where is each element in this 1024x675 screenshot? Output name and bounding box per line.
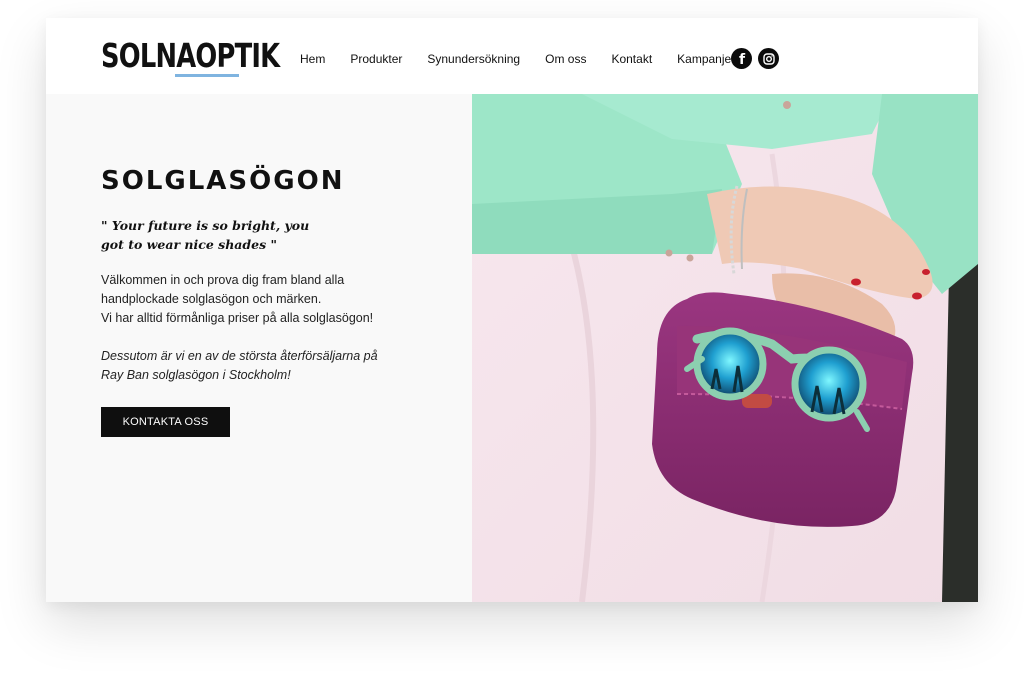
page-title: SOLGLASÖGON [101, 166, 345, 196]
contact-us-button[interactable]: KONTAKTA OSS [101, 407, 230, 437]
nav-item-kampanjer[interactable]: Kampanjer [677, 52, 735, 66]
nav-item-hem[interactable]: Hem [300, 52, 325, 66]
page: SOLNAOPTIK Hem Produkter Synundersökning… [0, 0, 1024, 675]
logo-underline [175, 74, 239, 77]
hero-quote: " Your future is so bright, you got to w… [101, 216, 361, 254]
quote-line: " Your future is so bright, you [101, 218, 310, 233]
main-nav: Hem Produkter Synundersökning Om oss Kon… [300, 50, 760, 68]
intro-line: Vi har alltid förmånliga priser på alla … [101, 311, 374, 325]
social-links: f [731, 48, 779, 69]
hero-text-panel: SOLGLASÖGON " Your future is so bright, … [46, 94, 472, 602]
instagram-icon[interactable] [758, 48, 779, 69]
nav-item-synundersokning[interactable]: Synundersökning [427, 52, 520, 66]
nav-item-kontakt[interactable]: Kontakt [611, 52, 652, 66]
nav-item-produkter[interactable]: Produkter [350, 52, 402, 66]
facebook-icon[interactable]: f [731, 48, 752, 69]
note-line: Dessutom är vi en av de största återförs… [101, 349, 378, 363]
site-logo[interactable]: SOLNAOPTIK [101, 36, 280, 76]
site-header: SOLNAOPTIK Hem Produkter Synundersökning… [46, 18, 978, 94]
quote-line: got to wear nice shades " [101, 237, 277, 252]
note-line: Ray Ban solglasögon i Stockholm! [101, 368, 291, 382]
nav-item-om-oss[interactable]: Om oss [545, 52, 586, 66]
intro-text: Välkommen in och prova dig fram bland al… [101, 271, 373, 328]
facebook-glyph: f [738, 52, 746, 68]
hero-image [472, 94, 978, 602]
intro-line: handplockade solglasögon och märken. [101, 292, 322, 306]
intro-line: Välkommen in och prova dig fram bland al… [101, 273, 345, 287]
website-preview: SOLNAOPTIK Hem Produkter Synundersökning… [46, 18, 978, 602]
sunglasses-photo [472, 94, 978, 602]
instagram-glyph [762, 52, 775, 65]
rayban-note: Dessutom är vi en av de största återförs… [101, 347, 378, 385]
